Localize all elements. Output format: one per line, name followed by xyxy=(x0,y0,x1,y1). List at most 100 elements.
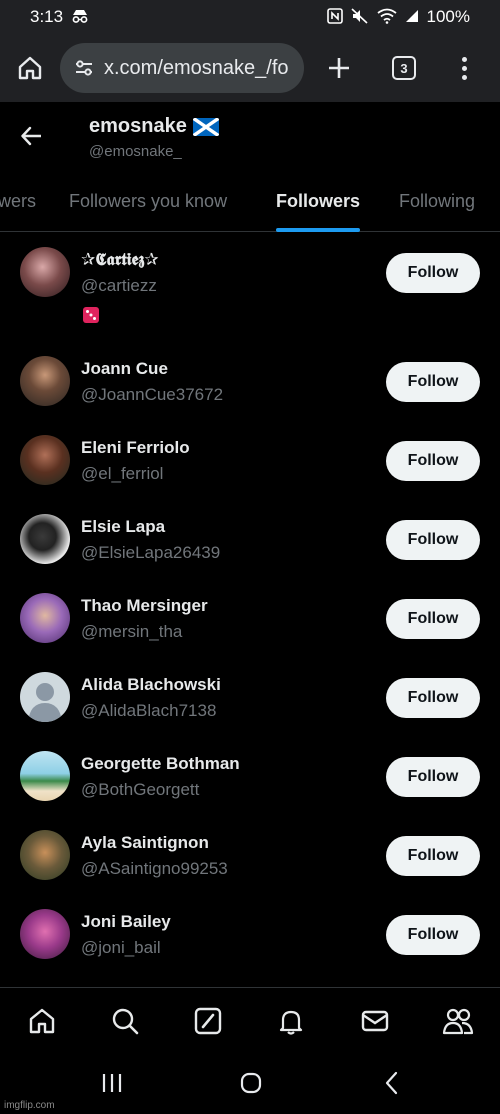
follow-button[interactable]: Follow xyxy=(386,253,480,293)
profile-name: emosnake xyxy=(89,115,219,138)
watermark: imgflip.com xyxy=(4,1100,55,1111)
user-handle: @el_ferriol xyxy=(81,464,164,483)
user-handle: @JoannCue37672 xyxy=(81,385,224,404)
bottom-navigation xyxy=(0,987,500,1053)
profile-handle: @emosnake_ xyxy=(89,143,182,160)
user-name: ✰𝕮𝖆𝖗𝖙𝖎𝖊𝖟✰ xyxy=(81,250,159,269)
user-name: Georgette Bothman xyxy=(81,754,240,773)
dice-icon xyxy=(81,305,101,325)
follow-button[interactable]: Follow xyxy=(386,836,480,876)
bell-icon xyxy=(279,1010,303,1035)
grok-icon xyxy=(194,1007,222,1035)
avatar[interactable] xyxy=(20,909,70,959)
site-settings-icon xyxy=(76,60,92,76)
list-item[interactable]: Georgette Bothman @BothGeorgett Follow xyxy=(0,736,500,815)
browser-menu-button[interactable] xyxy=(434,34,494,102)
status-time: 3:13 xyxy=(30,7,64,26)
user-name: Joann Cue xyxy=(81,359,168,378)
follow-button[interactable]: Follow xyxy=(386,757,480,797)
status-bar: 3:13 100% xyxy=(0,0,500,34)
avatar[interactable] xyxy=(20,247,70,297)
user-handle: @ASaintigno99253 xyxy=(81,859,228,878)
envelope-icon xyxy=(361,1010,389,1032)
follow-button[interactable]: Follow xyxy=(386,599,480,639)
chevron-left-icon xyxy=(385,1071,398,1095)
recent-apps-button[interactable] xyxy=(100,1071,124,1100)
search-icon xyxy=(112,1008,139,1035)
recents-icon xyxy=(102,1074,122,1092)
mute-icon xyxy=(350,8,369,26)
nav-grok[interactable] xyxy=(191,1004,225,1038)
list-item[interactable]: Elsie Lapa @ElsieLapa26439 Follow xyxy=(0,499,500,578)
user-handle: @cartiezz xyxy=(81,276,157,295)
user-handle: @BothGeorgett xyxy=(81,780,200,799)
home-icon xyxy=(29,1008,55,1034)
nav-messages[interactable] xyxy=(358,1004,392,1038)
avatar[interactable] xyxy=(20,830,70,880)
nav-notifications[interactable] xyxy=(274,1004,308,1038)
scotland-flag-icon xyxy=(192,117,219,136)
home-button[interactable] xyxy=(0,34,60,102)
active-tab-indicator xyxy=(276,228,360,232)
plus-icon xyxy=(329,58,349,78)
list-item[interactable]: Eleni Ferriolo @el_ferriol Follow xyxy=(0,420,500,499)
url-bar[interactable]: x.com/emosnake_/fo xyxy=(60,43,304,93)
tab-followers-you-know[interactable]: Followers you know xyxy=(69,170,227,232)
avatar[interactable] xyxy=(20,593,70,643)
follow-button[interactable]: Follow xyxy=(386,441,480,481)
user-name: Alida Blachowski xyxy=(81,675,221,694)
nav-home[interactable] xyxy=(25,1004,59,1038)
follow-button[interactable]: Follow xyxy=(386,915,480,955)
user-handle: @ElsieLapa26439 xyxy=(81,543,221,562)
incognito-icon xyxy=(71,9,89,25)
avatar[interactable] xyxy=(20,356,70,406)
list-item[interactable]: Thao Mersinger @mersin_tha Follow xyxy=(0,578,500,657)
list-item[interactable]: Joni Bailey @joni_bail Follow xyxy=(0,894,500,973)
wifi-icon xyxy=(376,8,397,26)
user-name: Ayla Saintignon xyxy=(81,833,209,852)
profile-header: emosnake @emosnake_ xyxy=(0,102,500,170)
system-navigation: imgflip.com xyxy=(0,1053,500,1114)
follow-button[interactable]: Follow xyxy=(386,362,480,402)
list-item[interactable]: Joann Cue @JoannCue37672 Follow xyxy=(0,341,500,420)
follower-tabs: wers Followers you know Followers Follow… xyxy=(0,170,500,232)
home-nav-button[interactable] xyxy=(239,1071,263,1100)
user-name: Joni Bailey xyxy=(81,912,171,931)
default-avatar[interactable] xyxy=(20,672,70,722)
people-icon xyxy=(442,1008,474,1035)
nav-search[interactable] xyxy=(108,1004,142,1038)
tab-count: 3 xyxy=(392,56,416,80)
battery-level: 100% xyxy=(426,7,470,26)
avatar[interactable] xyxy=(20,751,70,801)
signal-icon xyxy=(405,9,419,25)
list-item[interactable]: ✰𝕮𝖆𝖗𝖙𝖎𝖊𝖟✰ @cartiezz Follow xyxy=(0,233,500,341)
user-name: Thao Mersinger xyxy=(81,596,208,615)
list-item[interactable]: Alida Blachowski @AlidaBlach7138 Follow xyxy=(0,657,500,736)
url-text: x.com/emosnake_/fo xyxy=(104,56,289,79)
home-icon xyxy=(18,56,42,80)
follow-button[interactable]: Follow xyxy=(386,678,480,718)
tab-followers[interactable]: Followers xyxy=(276,170,360,232)
user-name: Eleni Ferriolo xyxy=(81,438,190,457)
back-nav-button[interactable] xyxy=(380,1071,404,1100)
new-tab-button[interactable] xyxy=(304,34,374,102)
list-item[interactable]: Ayla Saintignon @ASaintigno99253 Follow xyxy=(0,815,500,894)
tab-verified-followers[interactable]: wers xyxy=(0,170,36,232)
avatar[interactable] xyxy=(20,435,70,485)
user-handle: @AlidaBlach7138 xyxy=(81,701,217,720)
back-button[interactable] xyxy=(18,122,46,150)
browser-toolbar: x.com/emosnake_/fo 3 xyxy=(0,34,500,102)
avatar[interactable] xyxy=(20,514,70,564)
nfc-icon xyxy=(326,8,343,26)
tab-switcher-button[interactable]: 3 xyxy=(374,34,434,102)
arrow-left-icon xyxy=(21,126,41,146)
user-handle: @joni_bail xyxy=(81,938,161,957)
more-vert-icon xyxy=(461,56,467,80)
tab-following[interactable]: Following xyxy=(399,170,475,232)
user-name: Elsie Lapa xyxy=(81,517,166,536)
home-circle-icon xyxy=(240,1072,262,1094)
user-handle: @mersin_tha xyxy=(81,622,183,641)
nav-communities[interactable] xyxy=(441,1004,475,1038)
follow-button[interactable]: Follow xyxy=(386,520,480,560)
profile-name-text: emosnake xyxy=(89,115,187,137)
